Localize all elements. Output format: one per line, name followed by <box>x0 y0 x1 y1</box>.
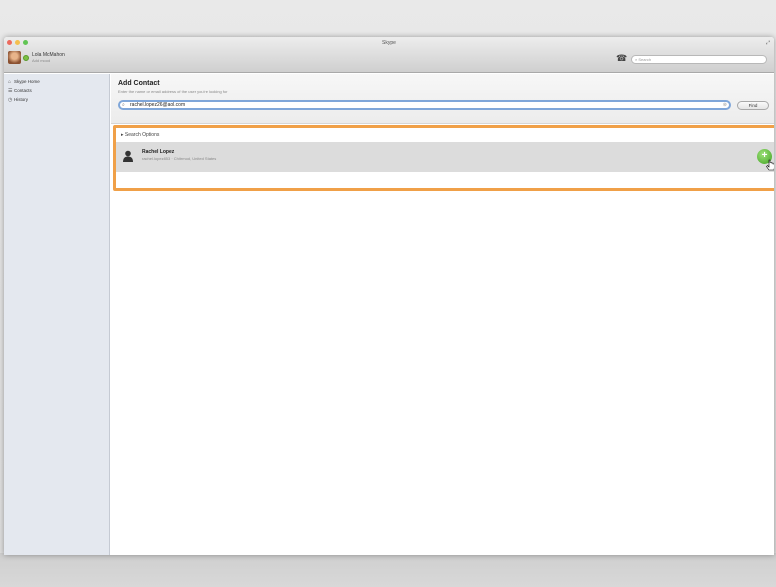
mood-field[interactable]: Add mood <box>32 58 65 64</box>
page-title: Add Contact <box>118 80 160 87</box>
dial-pad-icon[interactable]: ☎ <box>616 54 627 63</box>
add-contact-header: Add Contact Enter the name or email addr… <box>111 74 774 124</box>
search-options-toggle[interactable]: ▸ Search Options <box>121 132 159 138</box>
contact-search-input[interactable]: ⌕ rachel.lopez26@aol.com ⊗ <box>118 100 731 110</box>
pointer-cursor-icon <box>766 159 774 171</box>
page-subtitle: Enter the name or email address of the u… <box>118 89 228 94</box>
search-placeholder: Search <box>638 57 652 62</box>
result-detail: rachel.lopez853 · Chitrmod, United State… <box>142 156 217 161</box>
sidebar-item-contacts[interactable]: ☰ Contacts <box>4 87 109 94</box>
profile-name: Lola McMahon <box>32 51 65 58</box>
main-panel: Add Contact Enter the name or email addr… <box>111 74 774 555</box>
result-name: Rachel Lopez <box>142 149 175 155</box>
window-title: Skype <box>382 40 396 46</box>
search-icon: ⌕ <box>635 57 638 62</box>
search-icon: ⌕ <box>122 102 125 108</box>
window-titlebar: Skype ⤢ Lola McMahon Add mood ☎ ⌕ Search <box>4 37 774 73</box>
result-row[interactable]: Rachel Lopez rachel.lopez853 · Chitrmod,… <box>116 142 774 172</box>
search-results: ▸ Search Options Rachel Lopez rachel.lop… <box>113 125 774 191</box>
avatar[interactable] <box>8 51 21 64</box>
online-status-icon[interactable] <box>23 54 29 61</box>
sidebar-item-label: Skype Home <box>14 79 40 84</box>
sidebar-item-home[interactable]: ⌂ Skype Home <box>4 78 109 85</box>
clear-input-icon[interactable]: ⊗ <box>723 102 727 108</box>
sidebar-item-label: Contacts <box>14 88 32 93</box>
find-button[interactable]: Find <box>737 101 769 110</box>
contact-search-value: rachel.lopez26@aol.com <box>130 102 186 108</box>
profile-panel[interactable]: Lola McMahon Add mood <box>8 51 65 64</box>
search-options-label: Search Options <box>124 132 160 138</box>
disclosure-triangle-icon: ▸ <box>121 132 124 138</box>
fullscreen-icon[interactable]: ⤢ <box>766 40 770 46</box>
search-input[interactable]: ⌕ Search <box>631 55 767 64</box>
sidebar-item-history[interactable]: ◷ History <box>4 96 109 103</box>
person-silhouette-icon <box>123 150 133 162</box>
desktop-bottom <box>0 553 776 587</box>
sidebar-item-label: History <box>14 97 29 102</box>
skype-window: Skype ⤢ Lola McMahon Add mood ☎ ⌕ Search… <box>4 37 774 555</box>
sidebar: ⌂ Skype Home ☰ Contacts ◷ History <box>4 74 110 555</box>
